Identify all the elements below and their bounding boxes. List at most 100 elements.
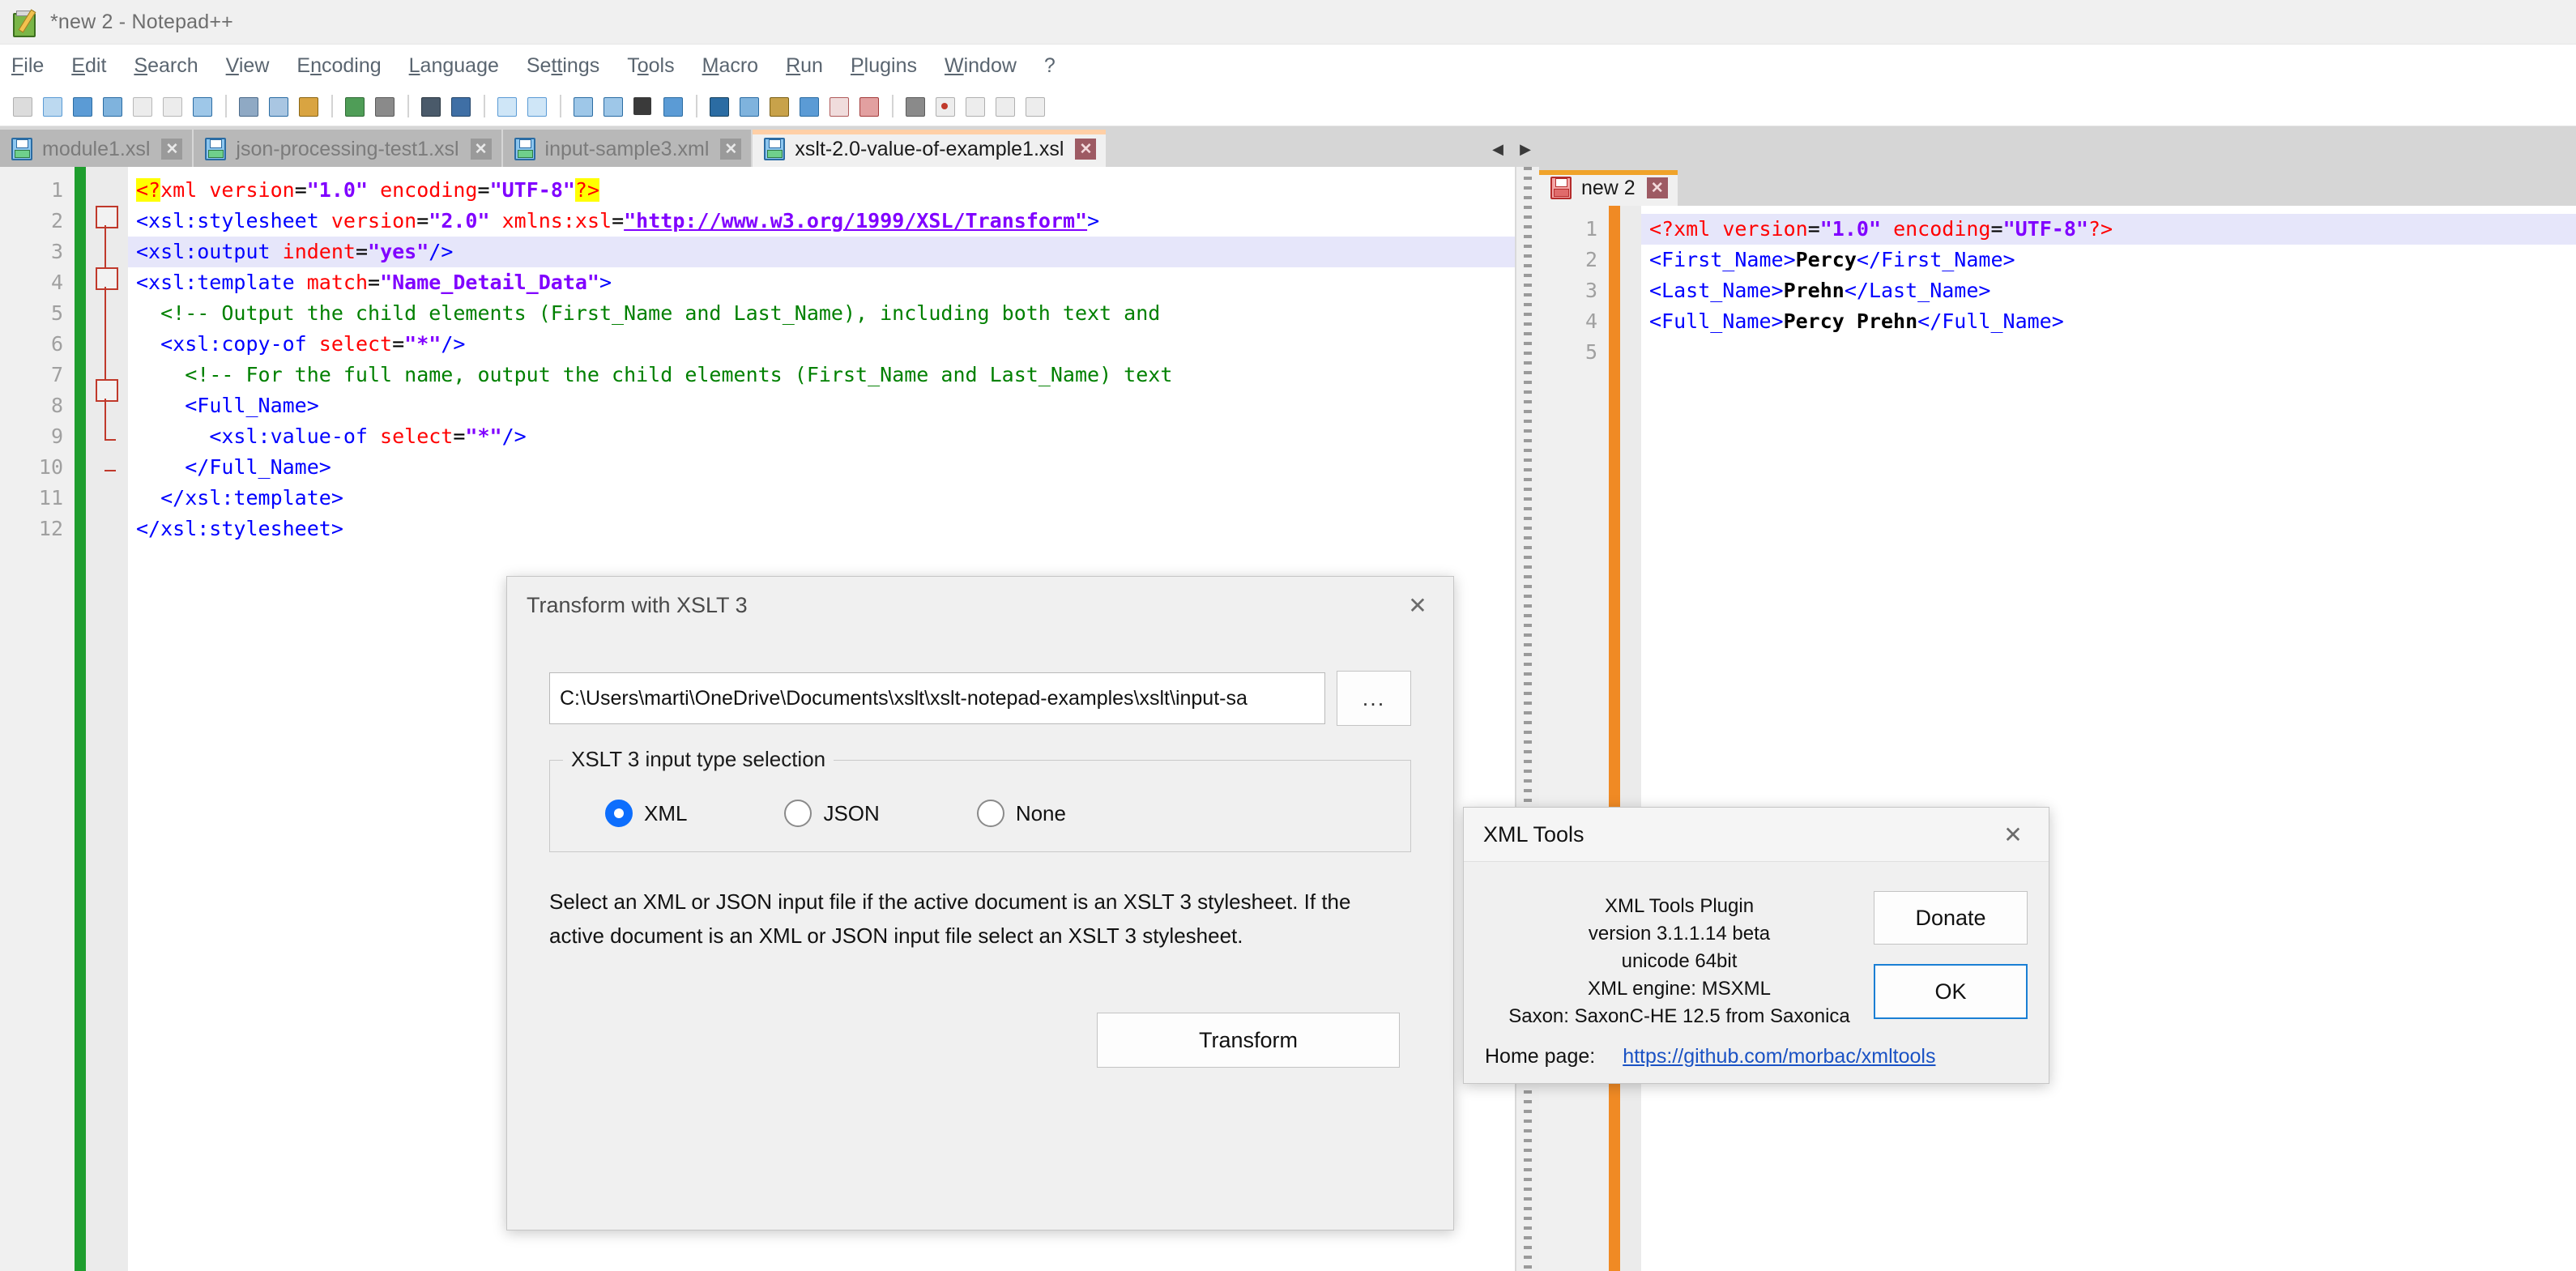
macro-multi-icon[interactable] <box>991 92 1018 120</box>
menu-item-settings[interactable]: Settings <box>527 54 599 78</box>
line-number: 1 <box>50 178 63 202</box>
left-line-number-gutter: 1 2 3 4 5 6 7 8 9 10 11 12 <box>0 167 75 1271</box>
func-list-icon[interactable] <box>795 92 822 120</box>
code-line: <First_Name>Percy</First_Name> <box>1649 248 2015 271</box>
tab-scroll-right-icon[interactable]: ▶ <box>1512 133 1539 165</box>
menu-item-macro[interactable]: Macro <box>702 54 758 78</box>
copy-icon[interactable] <box>264 92 292 120</box>
ok-button[interactable]: OK <box>1874 964 2028 1019</box>
menu-item-plugins[interactable]: Plugins <box>851 54 917 78</box>
menu-item-language[interactable]: Language <box>409 54 499 78</box>
menu-item-tools[interactable]: Tools <box>627 54 674 78</box>
menu-item-file[interactable]: File <box>11 54 44 78</box>
macro-save-icon[interactable] <box>1021 92 1048 120</box>
close-icon[interactable]: ✕ <box>1994 815 2032 854</box>
zoom-in-icon[interactable] <box>493 92 520 120</box>
cut-icon[interactable] <box>234 92 262 120</box>
macro-play-icon[interactable] <box>961 92 988 120</box>
document-tab-new-2[interactable]: new 2 ✕ <box>1539 170 1678 206</box>
plugin-engine: XML engine: MSXML <box>1588 978 1771 1000</box>
code-line: <?xml version="1.0" encoding="UTF-8"?> <box>1641 214 2576 245</box>
transform-button[interactable]: Transform <box>1097 1013 1400 1068</box>
new-file-icon[interactable] <box>8 92 36 120</box>
tab-close-button[interactable]: ✕ <box>470 139 492 160</box>
radio-dot-icon <box>784 800 812 827</box>
menu-item-edit[interactable]: Edit <box>71 54 106 78</box>
document-tab-module1[interactable]: module1.xsl ✕ <box>0 130 193 168</box>
line-number: 9 <box>50 424 63 448</box>
input-type-group: XSLT 3 input type selection XML JSON Non… <box>549 747 1411 852</box>
menu-item-run[interactable]: Run <box>786 54 823 78</box>
zoom-out-icon[interactable] <box>522 92 550 120</box>
close-icon[interactable] <box>128 92 156 120</box>
macro-record-icon[interactable] <box>901 92 928 120</box>
undo-icon[interactable] <box>340 92 368 120</box>
donate-button[interactable]: Donate <box>1874 891 2028 945</box>
browse-button[interactable]: ... <box>1337 671 1411 726</box>
open-file-icon[interactable] <box>38 92 66 120</box>
document-tab-xslt-2-0-value-of-example1[interactable]: xslt-2.0-value-of-example1.xsl ✕ <box>753 130 1107 168</box>
fold-line <box>104 399 106 441</box>
left-fold-margin[interactable] <box>86 167 128 1271</box>
menu-item-encoding[interactable]: Encoding <box>296 54 381 78</box>
folder-workspace-icon[interactable] <box>825 92 852 120</box>
tab-scroll-left-icon[interactable]: ◀ <box>1484 133 1512 165</box>
find-icon[interactable] <box>416 92 444 120</box>
sync-v-icon[interactable] <box>569 92 596 120</box>
tab-close-button[interactable]: ✕ <box>720 139 742 160</box>
toolbar-separator <box>331 95 333 117</box>
indent-guide-icon[interactable] <box>705 92 732 120</box>
home-page-link[interactable]: https://github.com/morbac/xmltools <box>1623 1045 1935 1068</box>
floppy-blue-icon <box>764 138 786 160</box>
group-legend: XSLT 3 input type selection <box>563 747 834 772</box>
word-wrap-icon[interactable] <box>629 92 656 120</box>
code-line: <xsl:output indent="yes"/> <box>128 237 1516 267</box>
tab-label: new 2 <box>1581 176 1636 199</box>
document-tab-json-processing-test1[interactable]: json-processing-test1.xsl ✕ <box>194 130 501 168</box>
toolbar-separator <box>225 95 227 117</box>
radio-none[interactable]: None <box>976 800 1066 827</box>
all-chars-icon[interactable] <box>659 92 686 120</box>
right-editor[interactable]: 1 2 3 4 5 <?xml version="1.0" encoding="… <box>1539 206 2576 1271</box>
transform-xslt3-dialog[interactable]: Transform with XSLT 3 ✕ C:\Users\marti\O… <box>506 576 1454 1230</box>
fold-end-marker <box>104 439 116 441</box>
dialog-title: XML Tools <box>1483 821 1584 847</box>
right-editor-pane[interactable]: new 2 ✕ 1 2 3 4 5 <?xml version="1.0" en… <box>1539 167 2576 1271</box>
input-file-path-field[interactable]: C:\Users\marti\OneDrive\Documents\xslt\x… <box>549 672 1325 724</box>
fold-box[interactable] <box>96 206 118 228</box>
line-number: 6 <box>50 332 63 356</box>
fold-end-marker <box>104 470 116 471</box>
change-history-marker <box>1609 206 1620 1271</box>
monitoring-icon[interactable] <box>855 92 882 120</box>
document-tab-input-sample3[interactable]: input-sample3.xml ✕ <box>502 130 752 168</box>
close-all-icon[interactable] <box>158 92 186 120</box>
menu-item-help[interactable]: ? <box>1044 54 1056 78</box>
macro-stop-icon[interactable] <box>931 92 958 120</box>
paste-icon[interactable] <box>294 92 322 120</box>
right-code-area[interactable]: <?xml version="1.0" encoding="UTF-8"?> <… <box>1641 206 2576 1271</box>
menu-item-view[interactable]: View <box>226 54 270 78</box>
tab-close-button[interactable]: ✕ <box>1646 177 1668 198</box>
save-all-icon[interactable] <box>98 92 126 120</box>
xml-tools-dialog[interactable]: XML Tools ✕ XML Tools Plugin version 3.1… <box>1463 807 2049 1084</box>
close-icon[interactable]: ✕ <box>1398 586 1437 625</box>
fold-box[interactable] <box>96 267 118 290</box>
toolbar-separator <box>892 95 893 117</box>
radio-xml[interactable]: XML <box>605 800 687 827</box>
toolbar <box>0 87 2576 126</box>
sync-h-icon[interactable] <box>599 92 626 120</box>
tab-close-button[interactable]: ✕ <box>161 139 183 160</box>
fold-box[interactable] <box>96 379 118 402</box>
right-fold-margin[interactable] <box>1620 206 1641 1271</box>
menu-item-search[interactable]: Search <box>134 54 198 78</box>
doc-map-icon[interactable] <box>765 92 792 120</box>
menu-item-window[interactable]: Window <box>945 54 1017 78</box>
save-icon[interactable] <box>68 92 96 120</box>
redo-icon[interactable] <box>370 92 398 120</box>
user-dlg-icon[interactable] <box>735 92 762 120</box>
replace-icon[interactable] <box>446 92 474 120</box>
radio-json[interactable]: JSON <box>784 800 880 827</box>
pane-splitter[interactable] <box>1516 167 1539 1271</box>
tab-close-button[interactable]: ✕ <box>1075 139 1097 160</box>
print-icon[interactable] <box>188 92 215 120</box>
